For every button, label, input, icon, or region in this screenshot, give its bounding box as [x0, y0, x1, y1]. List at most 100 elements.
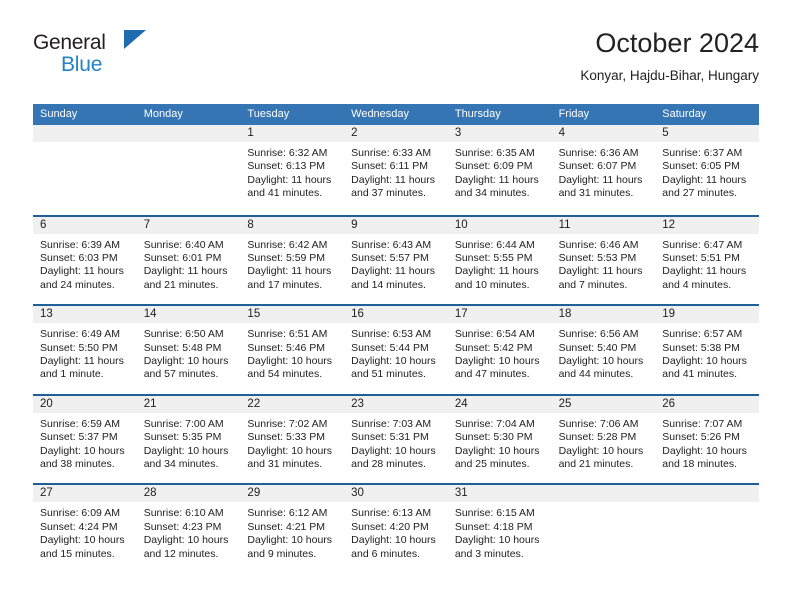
- calendar-day-cell[interactable]: 22 Sunrise: 7:02 AM Sunset: 5:33 PM Dayligh…: [240, 395, 345, 484]
- calendar-day-cell[interactable]: 15 Sunrise: 6:51 AM Sunset: 5:46 PM Dayligh…: [240, 306, 345, 394]
- calendar-day-cell[interactable]: 21 Sunrise: 7:00 AM Sunset: 5:35 PM Dayligh…: [136, 395, 241, 484]
- calendar-day-cell[interactable]: 3 Sunrise: 6:35 AM Sunset: 6:09 PM Daylight…: [447, 125, 552, 215]
- sunset-text: Sunset: 5:50 PM: [40, 341, 118, 354]
- daylight-text: Daylight: 11 hours and 4 minutes.: [662, 265, 747, 291]
- sunrise-text: Sunrise: 6:32 AM: [247, 147, 328, 159]
- calendar-week-row: 13 Sunrise: 6:49 AM Sunset: 5:50 PM Dayligh…: [33, 304, 759, 394]
- sun-info: Sunrise: 6:37 AM Sunset: 6:05 PM Daylight:…: [655, 142, 759, 201]
- calendar-day-cell-empty: [551, 485, 656, 573]
- calendar-week-row: 1 Sunrise: 6:32 AM Sunset: 6:13 PM Daylight…: [33, 125, 759, 215]
- sun-info: Sunrise: 7:02 AM Sunset: 5:33 PM Daylight:…: [240, 413, 344, 472]
- calendar-day-cell[interactable]: 14 Sunrise: 6:50 AM Sunset: 5:48 PM Dayligh…: [136, 306, 241, 394]
- sunrise-text: Sunrise: 6:51 AM: [247, 328, 328, 341]
- calendar-day-cell[interactable]: 11 Sunrise: 6:46 AM Sunset: 5:53 PM Dayligh…: [551, 216, 656, 305]
- calendar-day-cell[interactable]: 30 Sunrise: 6:13 AM Sunset: 4:20 PM Dayligh…: [344, 485, 448, 573]
- weekday-header-wednesday: Wednesday: [351, 108, 410, 120]
- calendar-day-cell[interactable]: 16 Sunrise: 6:53 AM Sunset: 5:44 PM Dayligh…: [344, 306, 448, 394]
- sunrise-text: Sunrise: 6:09 AM: [40, 507, 120, 520]
- daylight-text: Daylight: 10 hours and 21 minutes.: [558, 444, 644, 470]
- calendar-day-cell[interactable]: 6 Sunrise: 6:39 AM Sunset: 6:03 PM Daylight…: [33, 216, 137, 305]
- day-number: 20: [33, 395, 137, 413]
- sunrise-text: Sunrise: 6:57 AM: [662, 328, 743, 341]
- calendar-day-cell[interactable]: 1 Sunrise: 6:32 AM Sunset: 6:13 PM Daylight…: [240, 125, 345, 215]
- calendar-day-cell[interactable]: 19 Sunrise: 6:57 AM Sunset: 5:38 PM Dayligh…: [655, 306, 759, 394]
- sunrise-text: Sunrise: 6:33 AM: [351, 147, 432, 159]
- sunrise-text: Sunrise: 6:36 AM: [558, 147, 639, 159]
- daylight-text: Daylight: 11 hours and 41 minutes.: [247, 173, 332, 200]
- calendar-day-cell[interactable]: 10 Sunrise: 6:44 AM Sunset: 5:55 PM Dayligh…: [447, 216, 552, 305]
- daylight-text: Daylight: 11 hours and 24 minutes.: [40, 265, 124, 291]
- calendar-day-cell[interactable]: 2 Sunrise: 6:33 AM Sunset: 6:11 PM Daylight…: [344, 125, 448, 215]
- sunrise-text: Sunrise: 7:00 AM: [143, 417, 224, 430]
- calendar-day-cell[interactable]: 23 Sunrise: 7:03 AM Sunset: 5:31 PM Dayligh…: [344, 395, 448, 484]
- daylight-text: Daylight: 11 hours and 14 minutes.: [351, 265, 435, 291]
- sunrise-text: Sunrise: 7:07 AM: [662, 417, 743, 430]
- day-number: 28: [136, 485, 241, 503]
- sunrise-text: Sunrise: 6:12 AM: [247, 507, 328, 520]
- daylight-text: Daylight: 11 hours and 7 minutes.: [558, 265, 643, 291]
- sun-info: Sunrise: 6:53 AM Sunset: 5:44 PM Daylight:…: [344, 323, 448, 382]
- calendar-day-cell[interactable]: 31 Sunrise: 6:15 AM Sunset: 4:18 PM Dayligh…: [447, 485, 552, 573]
- calendar-week-row: 27 Sunrise: 6:09 AM Sunset: 4:24 PM Dayligh…: [33, 483, 759, 573]
- sun-info: Sunrise: 6:32 AM Sunset: 6:13 PM Daylight:…: [240, 142, 344, 201]
- calendar-day-cell-empty: [655, 485, 759, 573]
- calendar-day-cell[interactable]: 9 Sunrise: 6:43 AM Sunset: 5:57 PM Daylight…: [344, 216, 448, 305]
- calendar-day-cell[interactable]: 25 Sunrise: 7:06 AM Sunset: 5:28 PM Dayligh…: [551, 395, 656, 484]
- day-number: 18: [551, 306, 656, 324]
- sunset-text: Sunset: 6:07 PM: [558, 160, 637, 173]
- daylight-text: Daylight: 10 hours and 38 minutes.: [40, 444, 125, 470]
- day-number: 23: [344, 395, 448, 413]
- day-number: 21: [136, 395, 241, 413]
- calendar-day-cell[interactable]: 24 Sunrise: 7:04 AM Sunset: 5:30 PM Dayligh…: [447, 395, 552, 484]
- sunrise-text: Sunrise: 6:15 AM: [454, 507, 535, 520]
- sunset-text: Sunset: 4:18 PM: [454, 520, 533, 533]
- sunset-text: Sunset: 4:23 PM: [143, 520, 222, 533]
- sunrise-text: Sunrise: 6:44 AM: [454, 238, 535, 251]
- calendar-day-cell[interactable]: 26 Sunrise: 7:07 AM Sunset: 5:26 PM Dayligh…: [655, 395, 759, 484]
- day-number: [33, 125, 137, 142]
- sunrise-text: Sunrise: 6:35 AM: [454, 147, 535, 159]
- day-number: [551, 485, 656, 503]
- daylight-text: Daylight: 10 hours and 25 minutes.: [454, 444, 540, 470]
- sun-info: Sunrise: 7:03 AM Sunset: 5:31 PM Daylight:…: [344, 413, 448, 472]
- day-number: 13: [33, 306, 137, 324]
- calendar-day-cell[interactable]: 18 Sunrise: 6:56 AM Sunset: 5:40 PM Dayligh…: [551, 306, 656, 394]
- calendar-day-cell[interactable]: 8 Sunrise: 6:42 AM Sunset: 5:59 PM Daylight…: [240, 216, 345, 305]
- location-subtitle: Konyar, Hajdu-Bihar, Hungary: [580, 68, 759, 83]
- daylight-text: Daylight: 11 hours and 34 minutes.: [454, 173, 539, 200]
- sunrise-text: Sunrise: 6:46 AM: [558, 238, 639, 251]
- calendar-day-cell[interactable]: 5 Sunrise: 6:37 AM Sunset: 6:05 PM Daylight…: [655, 125, 759, 215]
- sun-info: Sunrise: 6:40 AM Sunset: 6:01 PM Daylight:…: [137, 234, 241, 293]
- weekday-header-row: Sunday Monday Tuesday Wednesday Thursday Frid…: [33, 104, 759, 125]
- sunset-text: Sunset: 6:05 PM: [662, 160, 740, 173]
- calendar-day-cell[interactable]: 27 Sunrise: 6:09 AM Sunset: 4:24 PM Dayligh…: [33, 485, 137, 573]
- day-number: 11: [551, 216, 656, 234]
- calendar-day-cell[interactable]: 7 Sunrise: 6:40 AM Sunset: 6:01 PM Daylight…: [136, 216, 241, 305]
- sunset-text: Sunset: 4:21 PM: [247, 520, 326, 533]
- sunset-text: Sunset: 5:51 PM: [662, 252, 740, 264]
- sunset-text: Sunset: 5:57 PM: [351, 252, 429, 264]
- general-blue-logo[interactable]: General Blue: [33, 28, 146, 75]
- sunset-text: Sunset: 5:42 PM: [454, 341, 533, 354]
- daylight-text: Daylight: 10 hours and 31 minutes.: [247, 444, 333, 470]
- sunset-text: Sunset: 5:26 PM: [662, 431, 740, 444]
- daylight-text: Daylight: 10 hours and 12 minutes.: [143, 534, 229, 560]
- sun-info: Sunrise: 6:42 AM Sunset: 5:59 PM Daylight:…: [240, 234, 344, 293]
- calendar-day-cell[interactable]: 20 Sunrise: 6:59 AM Sunset: 5:37 PM Dayligh…: [33, 395, 137, 484]
- weekday-header-thursday: Thursday: [454, 108, 501, 120]
- sunset-text: Sunset: 6:13 PM: [247, 160, 326, 173]
- day-number: 16: [344, 306, 448, 324]
- sun-info: Sunrise: 7:00 AM Sunset: 5:35 PM Daylight:…: [137, 413, 241, 472]
- sun-info: Sunrise: 6:12 AM Sunset: 4:21 PM Daylight:…: [240, 502, 344, 561]
- calendar-day-cell[interactable]: 28 Sunrise: 6:10 AM Sunset: 4:23 PM Dayligh…: [136, 485, 241, 573]
- sunrise-text: Sunrise: 6:37 AM: [662, 147, 743, 159]
- day-number: 6: [33, 216, 137, 234]
- calendar-day-cell[interactable]: 13 Sunrise: 6:49 AM Sunset: 5:50 PM Dayligh…: [33, 306, 137, 394]
- day-number: 10: [447, 216, 552, 234]
- calendar-day-cell[interactable]: 29 Sunrise: 6:12 AM Sunset: 4:21 PM Dayligh…: [240, 485, 345, 573]
- daylight-text: Daylight: 11 hours and 10 minutes.: [454, 265, 539, 291]
- calendar-day-cell[interactable]: 12 Sunrise: 6:47 AM Sunset: 5:51 PM Dayligh…: [655, 216, 759, 305]
- calendar-day-cell[interactable]: 4 Sunrise: 6:36 AM Sunset: 6:07 PM Daylight…: [551, 125, 656, 215]
- sunset-text: Sunset: 5:35 PM: [143, 431, 222, 444]
- calendar-day-cell[interactable]: 17 Sunrise: 6:54 AM Sunset: 5:42 PM Dayligh…: [447, 306, 552, 394]
